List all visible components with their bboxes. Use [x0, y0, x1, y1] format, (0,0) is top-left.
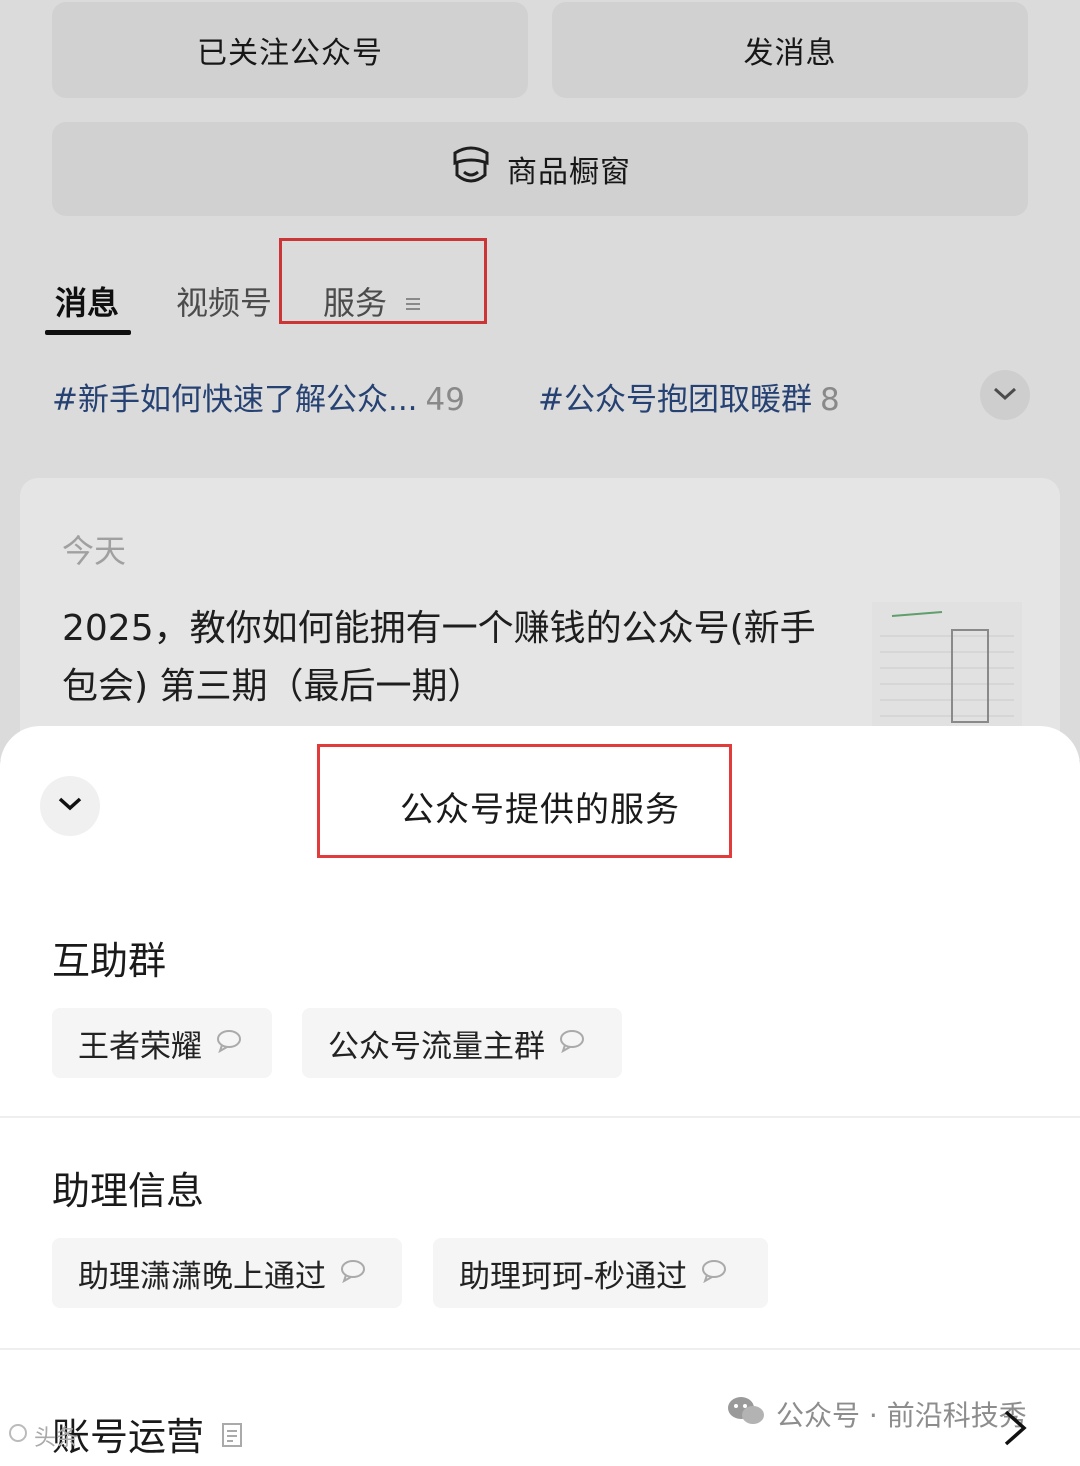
section-title-account-ops: 账号运营	[52, 1406, 243, 1461]
chip-label: 公众号流量主群	[328, 1028, 545, 1065]
wechat-icon	[726, 1395, 766, 1434]
chat-bubble-icon	[340, 1255, 366, 1291]
services-bottom-sheet: 公众号提供的服务 互助群 王者荣耀 公众号流量主群 助理信息 助理潇潇晚上通过 …	[0, 726, 1080, 1466]
group-chip[interactable]: 公众号流量主群	[302, 1008, 622, 1078]
chip-label: 王者荣耀	[78, 1028, 202, 1065]
chat-bubble-icon	[559, 1025, 585, 1061]
section-divider	[0, 1116, 1080, 1118]
chat-bubble-icon	[701, 1255, 727, 1291]
watermark-source-text: 头条	[34, 1426, 79, 1451]
watermark-account: 公众号 · 前沿科技秀	[726, 1394, 1027, 1434]
section-title-assistant-info: 助理信息	[52, 1169, 205, 1213]
highlight-box-sheet-title	[317, 744, 732, 858]
assistant-chip[interactable]: 助理珂珂-秒通过	[433, 1238, 768, 1308]
group-chip[interactable]: 王者荣耀	[52, 1008, 272, 1078]
document-icon	[222, 1412, 243, 1456]
chat-bubble-icon	[216, 1025, 242, 1061]
watermark-source: 头条	[8, 1420, 78, 1452]
chevron-right-icon[interactable]	[1000, 1408, 1030, 1452]
section-title-mutual-help: 互助群	[52, 939, 167, 983]
assistant-chip[interactable]: 助理潇潇晚上通过	[52, 1238, 402, 1308]
chip-label: 助理珂珂-秒通过	[459, 1258, 688, 1295]
toutiao-icon	[8, 1423, 28, 1449]
watermark-text: 公众号 · 前沿科技秀	[776, 1399, 1027, 1432]
section-divider	[0, 1348, 1080, 1350]
chip-label: 助理潇潇晚上通过	[78, 1258, 326, 1295]
